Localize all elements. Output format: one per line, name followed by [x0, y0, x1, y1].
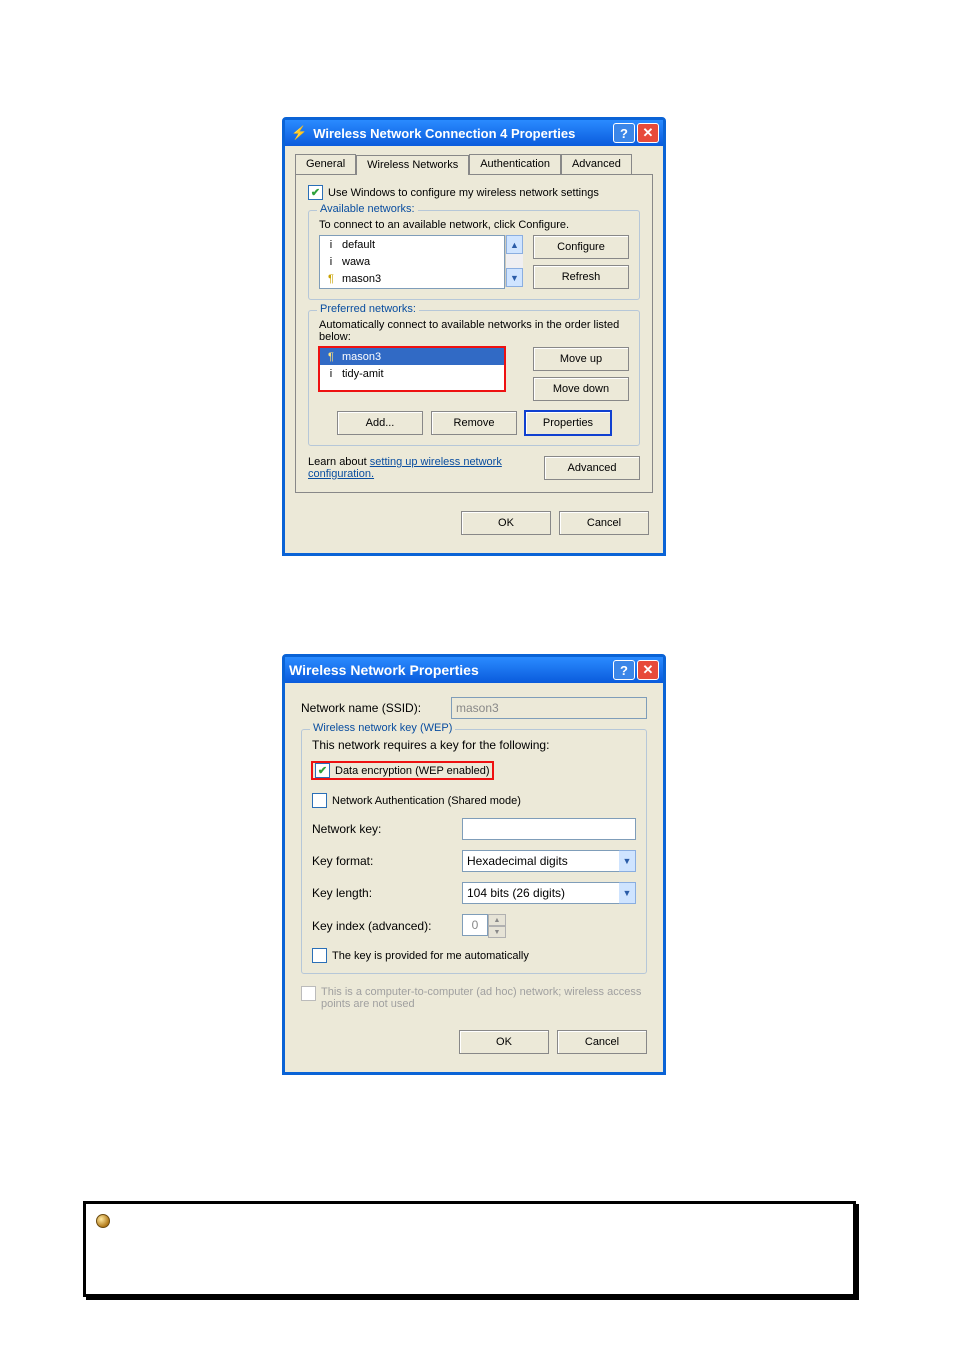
spin-up-icon[interactable]: ▲: [488, 914, 506, 926]
key-length-select[interactable]: 104 bits (26 digits): [462, 882, 619, 904]
key-icon: ¶: [324, 351, 338, 363]
data-encryption-checkbox[interactable]: ✔: [315, 763, 330, 778]
cancel-button[interactable]: Cancel: [559, 511, 649, 535]
ok-button[interactable]: OK: [461, 511, 551, 535]
dialog-title: Wireless Network Connection 4 Properties: [313, 126, 575, 141]
chevron-down-icon[interactable]: ▼: [619, 850, 636, 872]
move-up-button[interactable]: Move up: [533, 347, 629, 371]
tab-authentication[interactable]: Authentication: [469, 154, 561, 174]
figure-caption: Figure 4-19: [440, 1160, 504, 1174]
wep-group: Wireless network key (WEP) This network …: [301, 729, 647, 974]
bullet-icon: [96, 1214, 110, 1228]
list-item: idefault: [320, 236, 504, 253]
key-index-label: Key index (advanced):: [312, 919, 462, 933]
ssid-label: Network name (SSID):: [301, 701, 451, 715]
figure-caption: Figure 4-18: [440, 614, 504, 628]
key-format-label: Key format:: [312, 854, 462, 868]
learn-text: Learn about setting up wireless network …: [308, 456, 544, 480]
wep-legend: Wireless network key (WEP): [310, 722, 455, 734]
wireless-icon: ⚡: [291, 125, 307, 141]
available-desc: To connect to an available network, clic…: [319, 219, 629, 231]
wireless-network-properties-dialog: Wireless Network Properties ? ✕ Network …: [282, 654, 666, 1075]
network-auth-checkbox[interactable]: ✔: [312, 793, 327, 808]
move-down-button[interactable]: Move down: [533, 377, 629, 401]
network-key-field[interactable]: [462, 818, 636, 840]
preferred-networks-list[interactable]: ¶mason3 itidy-amit: [319, 347, 505, 391]
antenna-icon: i: [324, 368, 338, 380]
help-button[interactable]: ?: [613, 123, 635, 143]
key-index-spinner[interactable]: 0 ▲▼: [462, 914, 506, 938]
preferred-legend: Preferred networks:: [317, 303, 419, 315]
list-item: iwawa: [320, 253, 504, 270]
scroll-up-button[interactable]: ▲: [506, 235, 523, 254]
note-body: Since SSIDs are case sensitive, make sur…: [154, 1212, 716, 1226]
properties-button[interactable]: Properties: [525, 411, 611, 435]
data-encryption-label: Data encryption (WEP enabled): [335, 765, 490, 777]
wep-desc: This network requires a key for the foll…: [312, 738, 636, 752]
network-key-label: Network key:: [312, 822, 462, 836]
list-item: itidy-amit: [320, 365, 504, 382]
spin-down-icon[interactable]: ▼: [488, 926, 506, 938]
tab-wireless-networks[interactable]: Wireless Networks: [356, 155, 469, 175]
list-item: ¶mason3: [320, 348, 504, 365]
advanced-button[interactable]: Advanced: [544, 456, 640, 480]
help-button[interactable]: ?: [613, 660, 635, 680]
note-box: Note: Since SSIDs are case sensitive, ma…: [83, 1201, 856, 1297]
note-title: Note:: [120, 1212, 151, 1226]
close-button[interactable]: ✕: [637, 123, 659, 143]
list-item: ¶mason3: [320, 270, 504, 287]
adhoc-label: This is a computer-to-computer (ad hoc) …: [321, 986, 647, 1010]
tab-strip: General Wireless Networks Authentication…: [295, 154, 653, 174]
antenna-icon: i: [324, 256, 338, 268]
scroll-down-button[interactable]: ▼: [506, 268, 523, 287]
key-format-select[interactable]: Hexadecimal digits: [462, 850, 619, 872]
auto-key-label: The key is provided for me automatically: [332, 950, 529, 962]
preferred-networks-group: Preferred networks: Automatically connec…: [308, 310, 640, 446]
network-auth-label: Network Authentication (Shared mode): [332, 795, 521, 807]
ok-button[interactable]: OK: [459, 1030, 549, 1054]
adhoc-checkbox: ✔: [301, 986, 316, 1001]
close-button[interactable]: ✕: [637, 660, 659, 680]
available-networks-group: Available networks: To connect to an ava…: [308, 210, 640, 300]
scrollbar[interactable]: ▲ ▼: [505, 235, 523, 287]
tab-panel: ✔ Use Windows to configure my wireless n…: [295, 174, 653, 493]
use-windows-checkbox[interactable]: ✔: [308, 185, 323, 200]
key-length-label: Key length:: [312, 886, 462, 900]
add-button[interactable]: Add...: [337, 411, 423, 435]
refresh-button[interactable]: Refresh: [533, 265, 629, 289]
available-networks-list[interactable]: idefault iwawa ¶mason3: [319, 235, 505, 289]
available-legend: Available networks:: [317, 203, 418, 215]
tab-advanced[interactable]: Advanced: [561, 154, 632, 174]
auto-key-checkbox[interactable]: ✔: [312, 948, 327, 963]
key-icon: ¶: [324, 273, 338, 285]
configure-button[interactable]: Configure: [533, 235, 629, 259]
ssid-field: mason3: [451, 697, 647, 719]
antenna-icon: i: [324, 239, 338, 251]
titlebar[interactable]: Wireless Network Properties ? ✕: [285, 657, 663, 683]
preferred-desc: Automatically connect to available netwo…: [319, 319, 629, 343]
wireless-connection-properties-dialog: ⚡ Wireless Network Connection 4 Properti…: [282, 117, 666, 556]
remove-button[interactable]: Remove: [431, 411, 517, 435]
tab-general[interactable]: General: [295, 154, 356, 174]
chevron-down-icon[interactable]: ▼: [619, 882, 636, 904]
dialog-title: Wireless Network Properties: [289, 662, 479, 678]
titlebar[interactable]: ⚡ Wireless Network Connection 4 Properti…: [285, 120, 663, 146]
use-windows-label: Use Windows to configure my wireless net…: [328, 187, 599, 199]
cancel-button[interactable]: Cancel: [557, 1030, 647, 1054]
